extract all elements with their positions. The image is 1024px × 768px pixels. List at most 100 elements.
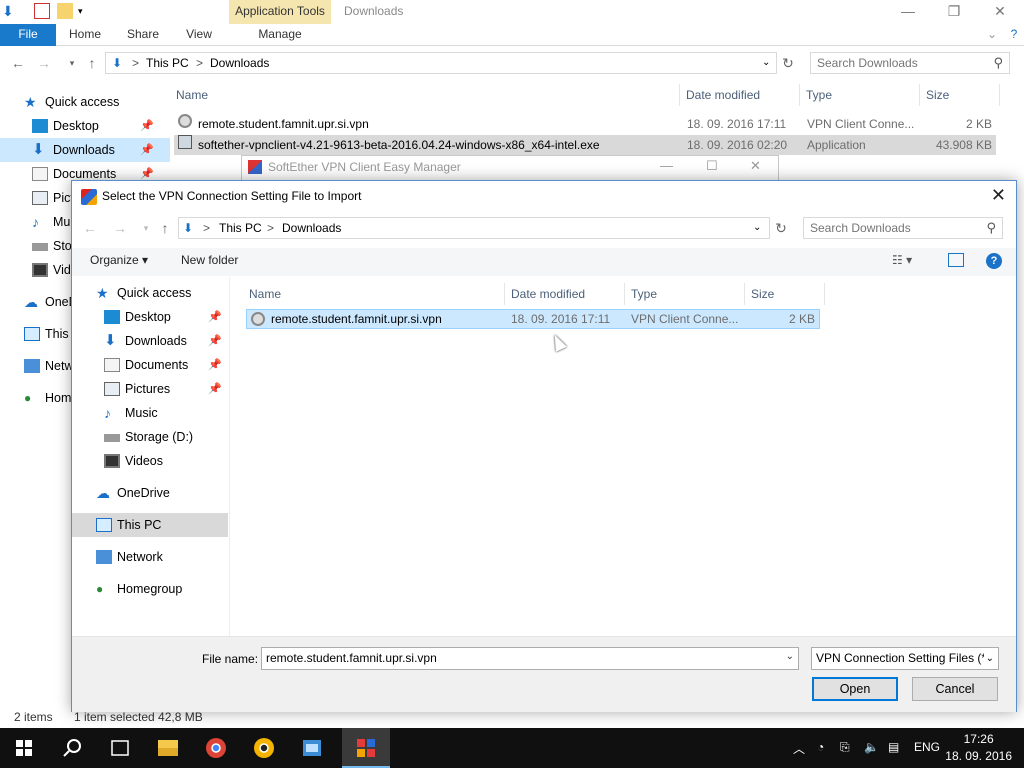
breadcrumb-downloads[interactable]: Downloads	[210, 53, 269, 73]
nav-desktop[interactable]: Desktop 📌	[0, 114, 170, 138]
chevron-up-icon[interactable]: ︿	[793, 740, 805, 757]
search-box[interactable]: ⚲	[810, 52, 1010, 74]
control-panel-taskbar[interactable]	[288, 728, 336, 768]
nav-documents[interactable]: Documents 📌	[72, 353, 228, 377]
file-explorer-taskbar[interactable]	[144, 728, 192, 768]
col-type[interactable]: Type	[625, 283, 745, 305]
breadcrumb-this-pc[interactable]: This PC	[146, 53, 189, 73]
col-date-modified[interactable]: Date modified	[680, 84, 800, 106]
search-icon[interactable]: ⚲	[993, 55, 1003, 71]
up-icon[interactable]: ↑	[82, 54, 102, 74]
nav-videos[interactable]: Videos	[72, 449, 228, 473]
tab-share[interactable]: Share	[120, 24, 166, 46]
chevron-down-icon[interactable]: ⌄	[983, 648, 994, 669]
search-input[interactable]	[810, 221, 970, 235]
nav-network[interactable]: Network	[72, 545, 228, 569]
softether-taskbar[interactable]	[342, 728, 390, 768]
back-icon[interactable]: ←	[8, 54, 28, 74]
help-icon[interactable]: ?	[986, 253, 1002, 269]
nav-onedrive[interactable]: ☁ OneDrive	[72, 481, 228, 505]
view-options-icon[interactable]: ☷ ▾	[892, 253, 912, 267]
minimize-icon[interactable]: —	[885, 0, 931, 24]
back-icon[interactable]: ←	[80, 219, 100, 239]
refresh-icon[interactable]: ↻	[771, 219, 791, 239]
keyboard-icon[interactable]: ▤	[888, 740, 899, 754]
file-row[interactable]: remote.student.famnit.upr.si.vpn 18. 09.…	[246, 309, 820, 329]
clock[interactable]: 17:26 18. 09. 2016	[945, 731, 1012, 765]
address-dropdown-icon[interactable]: ⌄	[762, 53, 770, 73]
tab-view[interactable]: View	[178, 24, 220, 46]
nav-quick-access[interactable]: ★ Quick access	[72, 281, 228, 305]
cloud-icon: ☁	[24, 294, 38, 310]
close-icon[interactable]: ✕	[991, 185, 1006, 206]
drive-icon	[104, 434, 120, 442]
file-row[interactable]: remote.student.famnit.upr.si.vpn 18. 09.…	[174, 114, 996, 134]
new-folder-button[interactable]: New folder	[181, 253, 238, 267]
tab-manage[interactable]: Manage	[229, 24, 331, 46]
open-button[interactable]: Open	[812, 677, 898, 701]
chevron-down-icon[interactable]: ⌄	[786, 651, 794, 662]
nav-pictures[interactable]: Pictures 📌	[72, 377, 228, 401]
language-indicator[interactable]: ENG	[914, 740, 940, 754]
maximize-icon[interactable]: ☐	[706, 158, 718, 174]
cancel-button[interactable]: Cancel	[912, 677, 998, 701]
nav-music[interactable]: ♪ Music	[72, 401, 228, 425]
refresh-icon[interactable]: ↻	[778, 54, 798, 74]
file-row[interactable]: softether-vpnclient-v4.21-9613-beta-2016…	[174, 135, 996, 155]
search-icon[interactable]: ⚲	[986, 220, 996, 236]
col-size[interactable]: Size	[745, 283, 825, 305]
col-date-modified[interactable]: Date modified	[505, 283, 625, 305]
minimize-icon[interactable]: —	[660, 158, 673, 173]
recent-dropdown-icon[interactable]: ▾	[136, 219, 156, 239]
nav-storage[interactable]: Storage (D:)	[72, 425, 228, 449]
network-tray-icon[interactable]: ⎘	[840, 740, 850, 755]
nav-downloads[interactable]: ⬇ Downloads 📌	[0, 138, 170, 162]
preview-pane-icon[interactable]	[948, 253, 964, 267]
down-arrow-icon[interactable]: ⬇	[2, 3, 18, 19]
file-type-select[interactable]: VPN Connection Setting Files (* ⌄	[811, 647, 999, 670]
chrome-canary-taskbar[interactable]	[240, 728, 288, 768]
softether-icon	[357, 739, 375, 757]
address-bar[interactable]: ⬇ > This PC > Downloads ⌄	[105, 52, 777, 74]
expand-ribbon-icon[interactable]: ⌄	[982, 24, 1002, 46]
search-box[interactable]: ⚲	[803, 217, 1003, 239]
forward-icon[interactable]: →	[34, 54, 54, 74]
file-name-field[interactable]	[266, 651, 766, 665]
help-icon[interactable]: ?	[1004, 24, 1024, 46]
address-bar[interactable]: ⬇ > This PC > Downloads ⌄	[178, 217, 770, 239]
breadcrumb-downloads[interactable]: Downloads	[282, 218, 341, 238]
search-input[interactable]	[817, 56, 977, 70]
nav-homegroup[interactable]: ● Homegroup	[72, 577, 228, 601]
nav-desktop[interactable]: Desktop 📌	[72, 305, 228, 329]
clock-tray-icon[interactable]: ◔	[817, 740, 824, 754]
folder-icon	[158, 740, 178, 756]
start-button[interactable]	[0, 728, 48, 768]
chrome-taskbar[interactable]	[192, 728, 240, 768]
file-name-combo[interactable]: ⌄	[261, 647, 799, 670]
address-dropdown-icon[interactable]: ⌄	[753, 218, 761, 238]
recent-dropdown-icon[interactable]: ▾	[62, 54, 82, 74]
forward-icon[interactable]: →	[110, 219, 130, 239]
close-icon[interactable]: ✕	[977, 0, 1023, 24]
search-button[interactable]	[48, 728, 96, 768]
col-name[interactable]: Name	[245, 283, 505, 305]
task-view-button[interactable]	[96, 728, 144, 768]
folder-icon[interactable]	[57, 3, 73, 19]
pin-icon: 📌	[208, 383, 222, 395]
nav-quick-access[interactable]: ★ Quick access	[0, 90, 170, 114]
qa-dropdown-icon[interactable]: ▾	[78, 6, 94, 22]
properties-icon[interactable]	[34, 3, 50, 19]
col-type[interactable]: Type	[800, 84, 920, 106]
nav-downloads[interactable]: ⬇ Downloads 📌	[72, 329, 228, 353]
organize-button[interactable]: Organize ▾	[90, 253, 148, 267]
up-icon[interactable]: ↑	[155, 219, 175, 239]
col-name[interactable]: Name	[170, 84, 680, 106]
nav-this-pc[interactable]: This PC	[72, 513, 228, 537]
tab-file[interactable]: File	[0, 24, 56, 46]
col-size[interactable]: Size	[920, 84, 1000, 106]
breadcrumb-this-pc[interactable]: This PC	[219, 218, 262, 238]
tab-home[interactable]: Home	[62, 24, 108, 46]
close-icon[interactable]: ✕	[750, 158, 761, 174]
volume-icon[interactable]: 🔈	[864, 740, 879, 754]
maximize-icon[interactable]: ❐	[931, 0, 977, 24]
